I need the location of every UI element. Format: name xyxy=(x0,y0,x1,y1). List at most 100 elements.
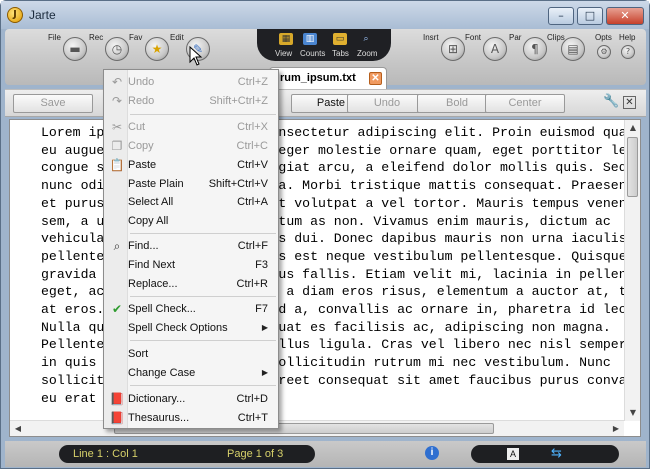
menu-item-spell-check-options[interactable]: Spell Check Options ▶ xyxy=(106,319,276,337)
menu-item-paste-plain-shortcut: Shift+Ctrl+V xyxy=(208,178,268,190)
zoom-icon[interactable]: ⌕ xyxy=(359,33,373,45)
cursor-position: Line 1 : Col 1 xyxy=(73,448,138,460)
star-icon[interactable]: ★ xyxy=(145,37,169,61)
scroll-left-arrow-icon[interactable]: ◀ xyxy=(10,421,26,436)
menu-item-undo-shortcut: Ctrl+Z xyxy=(237,76,268,88)
clock-icon[interactable]: ◷ xyxy=(105,37,129,61)
thesaurus-icon: 📕 xyxy=(109,411,125,425)
menu-item-paste-label: Paste xyxy=(128,159,157,171)
menu-item-replace-shortcut: Ctrl+R xyxy=(236,278,268,290)
scroll-right-arrow-icon[interactable]: ▶ xyxy=(608,421,624,436)
ribbon-label-rec: Rec xyxy=(89,33,104,42)
menu-item-undo-label: Undo xyxy=(128,76,155,88)
paragraph-icon[interactable]: ¶ xyxy=(523,37,547,61)
menu-item-find[interactable]: ⌕ Find... Ctrl+F xyxy=(106,237,276,255)
undo-icon: ↶ xyxy=(111,75,123,89)
ribbon-label-paragraph: Par xyxy=(509,33,522,42)
menu-item-paste-plain-label: Paste Plain xyxy=(128,178,184,190)
tab-close-icon[interactable]: ✕ xyxy=(369,72,382,85)
help-icon[interactable]: ? xyxy=(621,45,635,59)
close-button[interactable]: ✕ xyxy=(606,7,644,25)
spellcheck-icon: ✔ xyxy=(111,302,123,316)
menu-item-undo[interactable]: ↶ Undo Ctrl+Z xyxy=(106,73,276,91)
menu-separator xyxy=(130,233,276,234)
folder-icon[interactable]: ▬ xyxy=(63,37,87,61)
paste-icon: 📋 xyxy=(109,158,125,172)
menu-item-copy-all[interactable]: Copy All xyxy=(106,212,276,230)
menu-item-thesaurus[interactable]: 📕 Thesaurus... Ctrl+T xyxy=(106,409,276,427)
menu-item-paste-shortcut: Ctrl+V xyxy=(237,159,268,171)
jarte-logo-icon: J xyxy=(7,7,23,23)
counts-icon[interactable]: ▥ xyxy=(303,33,317,45)
menu-item-replace[interactable]: Replace... Ctrl+R xyxy=(106,275,276,293)
menu-item-change-case[interactable]: Change Case ▶ xyxy=(106,364,276,382)
status-info: Line 1 : Col 1 Page 1 of 3 xyxy=(59,445,315,463)
wrench-icon[interactable]: 🔧 xyxy=(603,94,619,110)
ribbon-label-file: File xyxy=(48,33,61,42)
scissors-icon: ✂ xyxy=(111,120,123,134)
menu-item-cut[interactable]: ✂ Cut Ctrl+X xyxy=(106,118,276,136)
menu-item-copy-all-label: Copy All xyxy=(128,215,169,227)
menu-separator xyxy=(130,340,276,341)
scroll-up-arrow-icon[interactable]: ▲ xyxy=(625,120,640,136)
menu-item-dictionary[interactable]: 📕 Dictionary... Ctrl+D xyxy=(106,390,276,408)
scroll-down-arrow-icon[interactable]: ▼ xyxy=(625,405,640,421)
save-button[interactable]: Save xyxy=(13,94,93,113)
menu-item-cut-label: Cut xyxy=(128,121,146,133)
ribbon-label-edit: Edit xyxy=(170,33,184,42)
info-icon[interactable]: i xyxy=(425,446,439,460)
document-tab[interactable]: rum_ipsum.txt ✕ xyxy=(269,67,387,89)
title-bar: J Jarte – □ ✕ xyxy=(1,1,649,29)
maximize-button[interactable]: □ xyxy=(577,7,603,25)
tabs-icon[interactable]: ▭ xyxy=(333,33,347,45)
quick-toolbar: Save Paste Undo Bold Center 🔧 ✕ xyxy=(5,89,646,117)
menu-item-spell-check[interactable]: ✔ Spell Check... F7 xyxy=(106,300,276,318)
menu-item-change-case-label: Change Case xyxy=(128,367,196,379)
vertical-scrollbar[interactable]: ▲ ▼ xyxy=(624,120,640,421)
status-tools: A ⇆ xyxy=(471,445,619,463)
menu-item-find-next-label: Find Next xyxy=(128,259,176,271)
menu-item-redo[interactable]: ↷ Redo Shift+Ctrl+Z xyxy=(106,92,276,110)
redo-icon: ↷ xyxy=(111,94,123,108)
menu-item-find-label: Find... xyxy=(128,240,159,252)
wrap-icon[interactable]: ⇆ xyxy=(551,446,562,461)
app-window: J Jarte – □ ✕ File ▬ Rec ◷ Fav ★ Edit ✎ … xyxy=(0,0,650,469)
menu-item-spell-check-label: Spell Check... xyxy=(128,303,196,315)
ribbon-label-font: Font xyxy=(465,33,482,42)
ribbon-label-options: Opts xyxy=(595,33,612,42)
copy-icon: ❐ xyxy=(111,139,123,153)
menu-item-paste-plain[interactable]: Paste Plain Shift+Ctrl+V xyxy=(106,175,276,193)
menu-separator xyxy=(130,296,276,297)
clipboard-icon[interactable]: ▤ xyxy=(561,37,585,61)
menu-separator xyxy=(130,385,276,386)
menu-item-sort[interactable]: Sort xyxy=(106,345,276,363)
vertical-scroll-thumb[interactable] xyxy=(627,137,638,197)
menu-item-select-all[interactable]: Select All Ctrl+A xyxy=(106,193,276,211)
binoculars-icon: ⌕ xyxy=(113,239,121,253)
menu-item-redo-shortcut: Shift+Ctrl+Z xyxy=(209,95,268,107)
counts-label: Counts xyxy=(300,49,326,58)
submenu-arrow-icon: ▶ xyxy=(261,323,268,332)
options-icon[interactable]: ⚙ xyxy=(597,45,611,59)
view-toolbar: ▦ ▥ ▭ ⌕ View Counts Tabs Zoom xyxy=(257,29,391,61)
menu-item-copy[interactable]: ❐ Copy Ctrl+C xyxy=(106,137,276,155)
font-icon[interactable]: A xyxy=(483,37,507,61)
menu-item-cut-shortcut: Ctrl+X xyxy=(237,121,268,133)
view-icon[interactable]: ▦ xyxy=(279,33,293,45)
document-tab-name: rum_ipsum.txt xyxy=(280,72,356,84)
close-toolbar-icon[interactable]: ✕ xyxy=(623,96,636,109)
edit-menu: ↶ Undo Ctrl+Z ↷ Redo Shift+Ctrl+Z ✂ Cut … xyxy=(103,69,279,429)
menu-item-paste[interactable]: 📋 Paste Ctrl+V xyxy=(106,156,276,174)
insert-icon[interactable]: ⊞ xyxy=(441,37,465,61)
undo-button[interactable]: Undo xyxy=(347,94,427,113)
menu-item-sort-label: Sort xyxy=(128,348,149,360)
menu-item-find-next[interactable]: Find Next F3 xyxy=(106,256,276,274)
minimize-button[interactable]: – xyxy=(548,7,574,25)
menu-item-spell-check-options-label: Spell Check Options xyxy=(128,322,228,334)
menu-item-select-all-shortcut: Ctrl+A xyxy=(237,196,268,208)
menu-item-dictionary-label: Dictionary... xyxy=(128,393,186,405)
font-mode-icon[interactable]: A xyxy=(507,448,519,460)
menu-separator xyxy=(130,114,276,115)
menu-item-copy-label: Copy xyxy=(128,140,154,152)
center-button[interactable]: Center xyxy=(485,94,565,113)
